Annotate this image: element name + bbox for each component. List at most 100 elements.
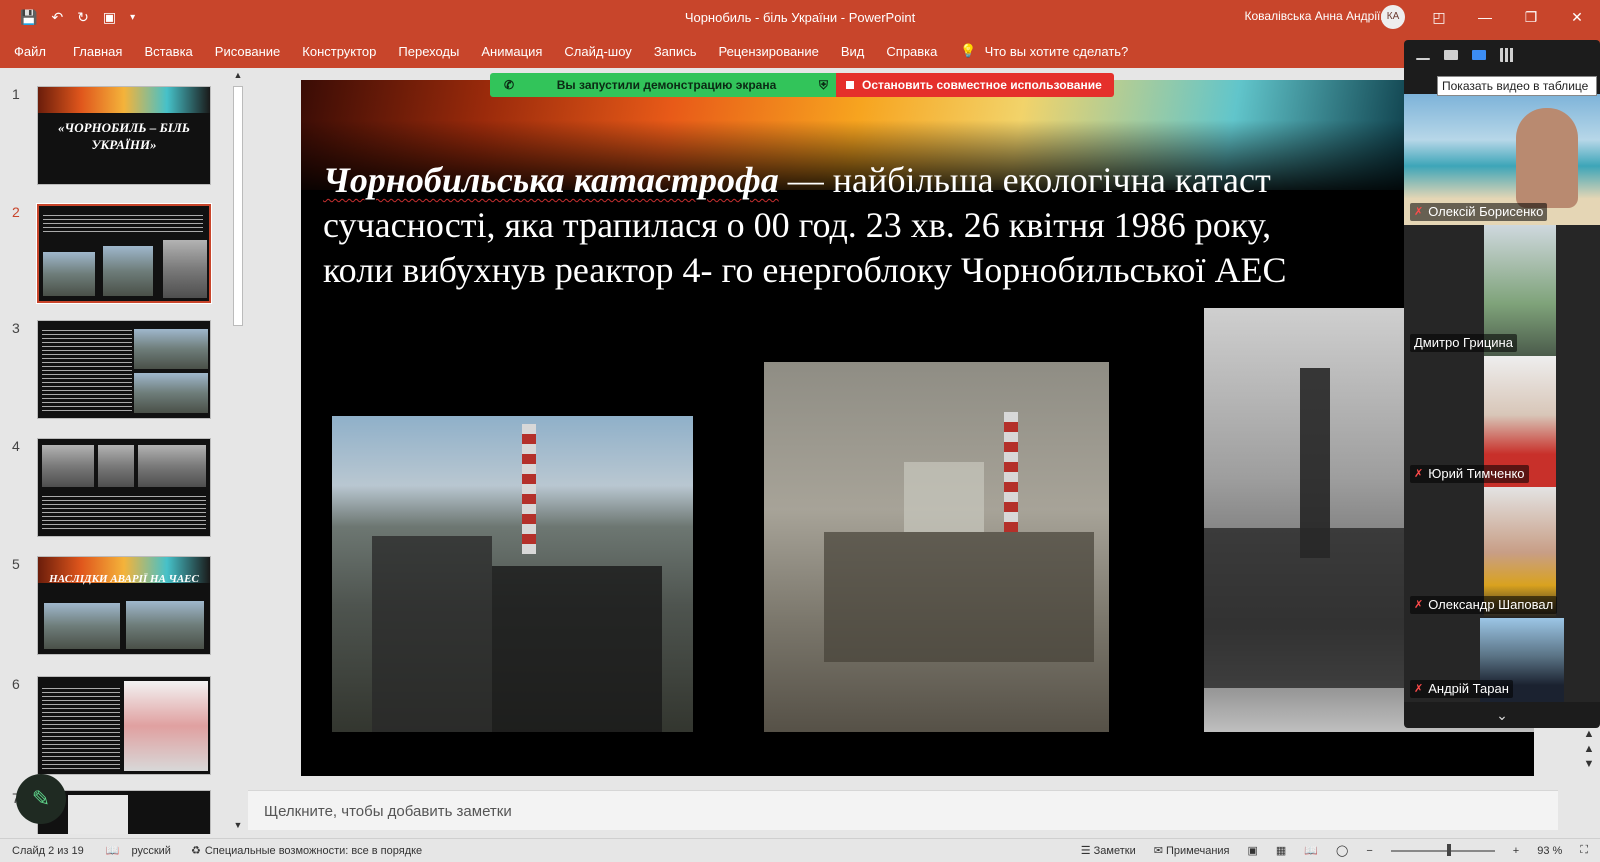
- thumbnails-scrollbar[interactable]: ▲ ▼: [230, 68, 246, 838]
- tab-review[interactable]: Рецензирование: [707, 44, 829, 59]
- redo-icon[interactable]: ↻: [77, 9, 89, 26]
- ribbon-tabs: Файл Главная Вставка Рисование Конструкт…: [0, 34, 1600, 68]
- damaged-reactor-photo[interactable]: [764, 362, 1109, 732]
- participant-name: Юрий Тимченко: [1428, 466, 1525, 481]
- thumbnail-row[interactable]: 6: [0, 676, 230, 780]
- tab-design[interactable]: Конструктор: [291, 44, 387, 59]
- zoom-in-icon[interactable]: +: [1513, 845, 1519, 857]
- tab-insert[interactable]: Вставка: [133, 44, 203, 59]
- accessibility-icon[interactable]: ♻: [191, 844, 201, 857]
- comments-button[interactable]: ✉ Примечания: [1154, 844, 1230, 857]
- video-panel-toolbar: [1404, 40, 1600, 70]
- avatar[interactable]: КА: [1381, 5, 1405, 29]
- tab-help[interactable]: Справка: [875, 44, 948, 59]
- account-name[interactable]: Ковалівська Анна Андріївна: [1244, 9, 1400, 23]
- thumbnail-image: [163, 240, 207, 298]
- minimize-video-icon[interactable]: [1416, 58, 1430, 60]
- comments-label: Примечания: [1166, 845, 1230, 857]
- participant-name: Андрій Таран: [1428, 681, 1509, 696]
- participant-tile[interactable]: Дмитро Грицина: [1404, 225, 1600, 356]
- participant-tile[interactable]: ✗ Андрій Таран: [1404, 618, 1600, 702]
- notes-label: Заметки: [1093, 845, 1136, 857]
- tab-home[interactable]: Главная: [62, 44, 133, 59]
- spellcheck-icon[interactable]: 📖: [106, 844, 120, 857]
- speaker-view-icon[interactable]: [1444, 50, 1458, 60]
- thumbnail-row[interactable]: 4: [0, 438, 230, 542]
- thumbnail-image: [126, 601, 204, 649]
- participant-tile[interactable]: ✗ Олександр Шаповал: [1404, 487, 1600, 618]
- grid-view-icon[interactable]: [1500, 48, 1514, 62]
- slide-body-text[interactable]: Чорнобильська катастрофа — найбільша еко…: [323, 158, 1533, 293]
- pencil-icon[interactable]: ✎: [16, 774, 66, 824]
- tab-file[interactable]: Файл: [0, 44, 62, 59]
- slide-thumbnail[interactable]: [37, 676, 211, 775]
- notes-icon: ☰: [1080, 845, 1094, 857]
- fit-to-window-icon[interactable]: ⛶: [1580, 844, 1588, 857]
- reading-view-icon[interactable]: 📖: [1304, 844, 1318, 857]
- chernobyl-aerial-photo[interactable]: [332, 416, 693, 732]
- tab-view[interactable]: Вид: [830, 44, 876, 59]
- thumbnail-row[interactable]: 3: [0, 320, 230, 424]
- thumbnail-header-band: [38, 87, 210, 113]
- scroll-up-icon[interactable]: ▲: [1582, 728, 1596, 740]
- slide-thumbnail[interactable]: НАСЛІДКИ АВАРІЇ НА ЧАЕС: [37, 556, 211, 655]
- notes-button[interactable]: ☰ Заметки: [1081, 844, 1136, 857]
- scroll-thumb[interactable]: [233, 86, 243, 326]
- notes-pane[interactable]: Щелкните, чтобы добавить заметки: [248, 790, 1558, 830]
- normal-view-icon[interactable]: ▣: [1248, 844, 1258, 857]
- accessibility-status[interactable]: Специальные возможности: все в порядке: [205, 845, 422, 857]
- shield-icon: ⛨: [818, 77, 828, 92]
- language-indicator[interactable]: русский: [131, 845, 170, 857]
- tell-me-search[interactable]: 💡 Что вы хотите сделать?: [960, 43, 1128, 59]
- minimize-icon[interactable]: —: [1462, 0, 1508, 34]
- thumbnail-infographic: [124, 681, 208, 771]
- slideshow-icon[interactable]: ◯: [1336, 844, 1348, 857]
- tab-transitions[interactable]: Переходы: [387, 44, 470, 59]
- thumbnail-row[interactable]: 5 НАСЛІДКИ АВАРІЇ НА ЧАЕС: [0, 556, 230, 660]
- tab-record[interactable]: Запись: [643, 44, 708, 59]
- tell-me-label: Что вы хотите сделать?: [984, 43, 1129, 59]
- thumbnail-image: [98, 445, 134, 487]
- participant-name: Дмитро Грицина: [1414, 335, 1513, 350]
- slide-canvas[interactable]: Чорнобильська катастрофа — найбільша еко…: [301, 80, 1534, 776]
- thumbnail-image: [134, 373, 208, 413]
- stop-icon: [846, 81, 854, 89]
- thumbnail-row[interactable]: 1 «ЧОРНОБИЛЬ – БІЛЬ УКРАЇНИ»: [0, 86, 230, 190]
- present-icon[interactable]: ▣: [103, 9, 116, 26]
- participant-tile[interactable]: ✗ Юрий Тимченко: [1404, 356, 1600, 487]
- zoom-slider-knob[interactable]: [1446, 843, 1451, 856]
- zoom-out-icon[interactable]: −: [1366, 845, 1372, 857]
- chevron-down-icon[interactable]: ⌄: [1404, 702, 1600, 728]
- tab-animations[interactable]: Анимация: [470, 44, 553, 59]
- slide-thumbnail[interactable]: «ЧОРНОБИЛЬ – БІЛЬ УКРАЇНИ»: [37, 86, 211, 185]
- customize-qat-icon[interactable]: ▾: [130, 12, 135, 23]
- undo-icon[interactable]: ↶: [51, 9, 63, 26]
- close-icon[interactable]: ✕: [1554, 0, 1600, 34]
- thumbnail-row[interactable]: 2: [0, 203, 230, 308]
- save-icon[interactable]: 💾: [20, 9, 37, 26]
- maximize-icon[interactable]: ❐: [1508, 0, 1554, 34]
- slide-thumbnail[interactable]: [37, 438, 211, 537]
- ribbon-display-icon[interactable]: ◰: [1416, 0, 1462, 34]
- scroll-up-icon[interactable]: ▲: [232, 70, 244, 80]
- slide-thumbnail-active[interactable]: [36, 203, 212, 304]
- lightbulb-icon: 💡: [960, 43, 977, 58]
- slide-thumbnail[interactable]: [37, 320, 211, 419]
- previous-slide-icon[interactable]: ▲: [1582, 743, 1596, 755]
- participant-name-tag: ✗ Андрій Таран: [1410, 680, 1513, 698]
- next-slide-icon[interactable]: ▼: [1582, 758, 1596, 770]
- notes-placeholder: Щелкните, чтобы добавить заметки: [264, 803, 512, 820]
- zoom-level[interactable]: 93 %: [1537, 845, 1562, 857]
- tab-draw[interactable]: Рисование: [204, 44, 291, 59]
- thumbnail-text-lines: [42, 493, 206, 531]
- strip-view-icon[interactable]: [1472, 50, 1486, 60]
- slide-heading-emphasis: Чорнобильська катастрофа: [323, 160, 779, 200]
- stop-sharing-button[interactable]: Остановить совместное использование: [836, 73, 1114, 97]
- scroll-down-icon[interactable]: ▼: [232, 820, 244, 830]
- zoom-slider[interactable]: [1390, 843, 1495, 856]
- participant-tile[interactable]: ✗ Олексій Борисенко: [1404, 94, 1600, 225]
- slide-sorter-icon[interactable]: ▦: [1276, 844, 1286, 857]
- thumbnail-number: 5: [12, 556, 20, 572]
- tab-slideshow[interactable]: Слайд-шоу: [553, 44, 642, 59]
- mic-muted-icon: ✗: [1414, 683, 1424, 695]
